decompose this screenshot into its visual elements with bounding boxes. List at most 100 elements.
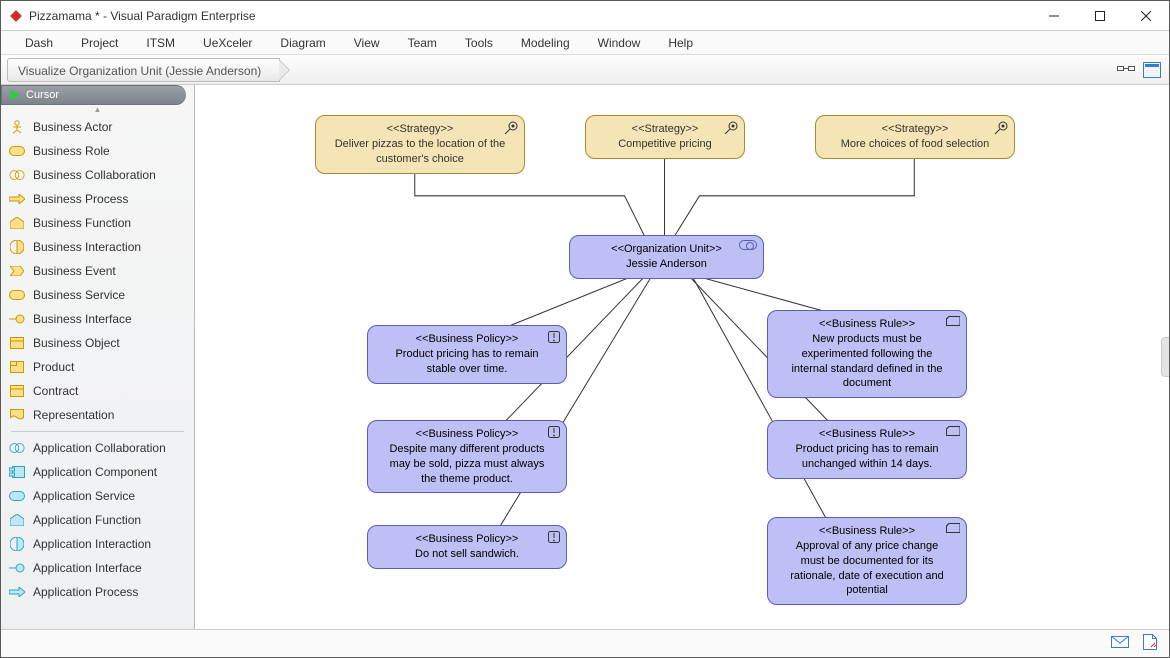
palette-cursor-tool[interactable]: Cursor <box>1 85 186 105</box>
palette-business-service[interactable]: Business Service <box>1 283 194 307</box>
palette-business-function[interactable]: Business Function <box>1 211 194 235</box>
node-rule-2[interactable]: <<Business Rule>> Product pricing has to… <box>767 420 967 479</box>
node-stereotype: <<Business Rule>> <box>784 317 950 332</box>
shape-palette: Cursor ▲ Business Actor Business Role Bu… <box>1 85 195 629</box>
node-strategy-2[interactable]: <<Strategy>> Competitive pricing <box>585 115 745 159</box>
node-policy-3[interactable]: <<Business Policy>> Do not sell sandwich… <box>367 525 567 569</box>
palette-application-interaction[interactable]: Application Interaction <box>1 532 194 556</box>
document-icon[interactable] <box>1143 634 1157 653</box>
palette-business-event[interactable]: Business Event <box>1 259 194 283</box>
business-object-icon <box>9 336 25 350</box>
palette-item-label: Product <box>33 360 74 374</box>
node-policy-2[interactable]: <<Business Policy>> Despite many differe… <box>367 420 567 493</box>
maximize-button[interactable] <box>1077 1 1123 31</box>
palette-business-interface[interactable]: Business Interface <box>1 307 194 331</box>
palette-application-component[interactable]: Application Component <box>1 460 194 484</box>
palette-application-process[interactable]: Application Process <box>1 580 194 604</box>
application-function-icon <box>9 513 25 527</box>
application-service-icon <box>9 489 25 503</box>
app-window: Pizzamama * - Visual Paradigm Enterprise… <box>0 0 1170 658</box>
palette-product[interactable]: Product <box>1 355 194 379</box>
node-stereotype: <<Business Rule>> <box>784 427 950 442</box>
node-stereotype: <<Business Policy>> <box>384 332 550 347</box>
org-unit-icon <box>739 240 757 250</box>
cursor-flag-icon <box>10 90 20 100</box>
body: Cursor ▲ Business Actor Business Role Bu… <box>1 85 1169 629</box>
business-role-icon <box>9 144 25 158</box>
business-event-icon <box>9 264 25 278</box>
palette-representation[interactable]: Representation <box>1 403 194 427</box>
layout-tool-icon[interactable] <box>1115 59 1137 81</box>
node-text: New products must be experimented follow… <box>791 333 942 390</box>
status-bar <box>1 629 1169 657</box>
app-logo-icon <box>9 9 23 23</box>
menu-project[interactable]: Project <box>67 33 132 53</box>
rule-icon <box>946 316 960 326</box>
node-policy-1[interactable]: <<Business Policy>> Product pricing has … <box>367 325 567 384</box>
node-org-unit[interactable]: <<Organization Unit>> Jessie Anderson <box>569 235 764 279</box>
palette-application-interface[interactable]: Application Interface <box>1 556 194 580</box>
palette-item-label: Business Service <box>33 288 125 302</box>
menu-dash[interactable]: Dash <box>11 33 67 53</box>
palette-item-label: Application Interface <box>33 561 142 575</box>
palette-contract[interactable]: Contract <box>1 379 194 403</box>
node-rule-3[interactable]: <<Business Rule>> Approval of any price … <box>767 517 967 605</box>
sidebar-collapse-handle[interactable] <box>1161 337 1169 377</box>
palette-business-process[interactable]: Business Process <box>1 187 194 211</box>
palette-scroll-up[interactable]: ▲ <box>1 105 194 115</box>
business-collaboration-icon <box>9 168 25 182</box>
palette-business-interaction[interactable]: Business Interaction <box>1 235 194 259</box>
node-rule-1[interactable]: <<Business Rule>> New products must be e… <box>767 310 967 398</box>
menu-modeling[interactable]: Modeling <box>507 33 584 53</box>
close-button[interactable] <box>1123 1 1169 31</box>
palette-business-object[interactable]: Business Object <box>1 331 194 355</box>
palette-business-actor[interactable]: Business Actor <box>1 115 194 139</box>
menu-diagram[interactable]: Diagram <box>266 33 339 53</box>
strategy-icon <box>994 121 1008 135</box>
application-interaction-icon <box>9 537 25 551</box>
palette-list: Business Actor Business Role Business Co… <box>1 115 194 629</box>
menu-help[interactable]: Help <box>654 33 707 53</box>
application-component-icon <box>9 465 25 479</box>
diagram-switch-icon[interactable] <box>1141 59 1163 81</box>
business-interaction-icon <box>9 240 25 254</box>
palette-business-collaboration[interactable]: Business Collaboration <box>1 163 194 187</box>
palette-application-service[interactable]: Application Service <box>1 484 194 508</box>
node-strategy-1[interactable]: <<Strategy>> Deliver pizzas to the locat… <box>315 115 525 174</box>
menu-tools[interactable]: Tools <box>451 33 507 53</box>
node-text: Deliver pizzas to the location of the cu… <box>335 138 506 165</box>
palette-item-label: Application Collaboration <box>33 441 166 455</box>
window-title: Pizzamama * - Visual Paradigm Enterprise <box>29 9 1031 23</box>
menu-window[interactable]: Window <box>584 33 655 53</box>
palette-application-function[interactable]: Application Function <box>1 508 194 532</box>
menu-itsm[interactable]: ITSM <box>132 33 189 53</box>
menu-uexceler[interactable]: UeXceler <box>189 33 266 53</box>
node-stereotype: <<Strategy>> <box>602 122 728 137</box>
palette-business-role[interactable]: Business Role <box>1 139 194 163</box>
breadcrumb[interactable]: Visualize Organization Unit (Jessie Ande… <box>7 58 280 82</box>
mail-icon[interactable] <box>1111 636 1129 651</box>
contract-icon <box>9 384 25 398</box>
business-actor-icon <box>9 120 25 134</box>
palette-item-label: Representation <box>33 408 114 422</box>
node-text: Product pricing has to remain unchanged … <box>795 443 938 470</box>
product-icon <box>9 360 25 374</box>
diagram-canvas[interactable]: <<Strategy>> Deliver pizzas to the locat… <box>195 85 1169 629</box>
palette-item-label: Business Function <box>33 216 131 230</box>
palette-application-collaboration[interactable]: Application Collaboration <box>1 436 194 460</box>
minimize-button[interactable] <box>1031 1 1077 31</box>
node-strategy-3[interactable]: <<Strategy>> More choices of food select… <box>815 115 1015 159</box>
title-bar: Pizzamama * - Visual Paradigm Enterprise <box>1 1 1169 31</box>
node-stereotype: <<Organization Unit>> <box>594 242 739 257</box>
business-interface-icon <box>9 312 25 326</box>
application-interface-icon <box>9 561 25 575</box>
palette-header-label: Cursor <box>26 89 59 101</box>
application-collaboration-icon <box>9 441 25 455</box>
policy-icon <box>548 531 560 543</box>
business-service-icon <box>9 288 25 302</box>
menu-team[interactable]: Team <box>394 33 451 53</box>
policy-icon <box>548 331 560 343</box>
breadcrumb-bar: Visualize Organization Unit (Jessie Ande… <box>1 55 1169 85</box>
menu-view[interactable]: View <box>340 33 394 53</box>
policy-icon <box>548 426 560 438</box>
